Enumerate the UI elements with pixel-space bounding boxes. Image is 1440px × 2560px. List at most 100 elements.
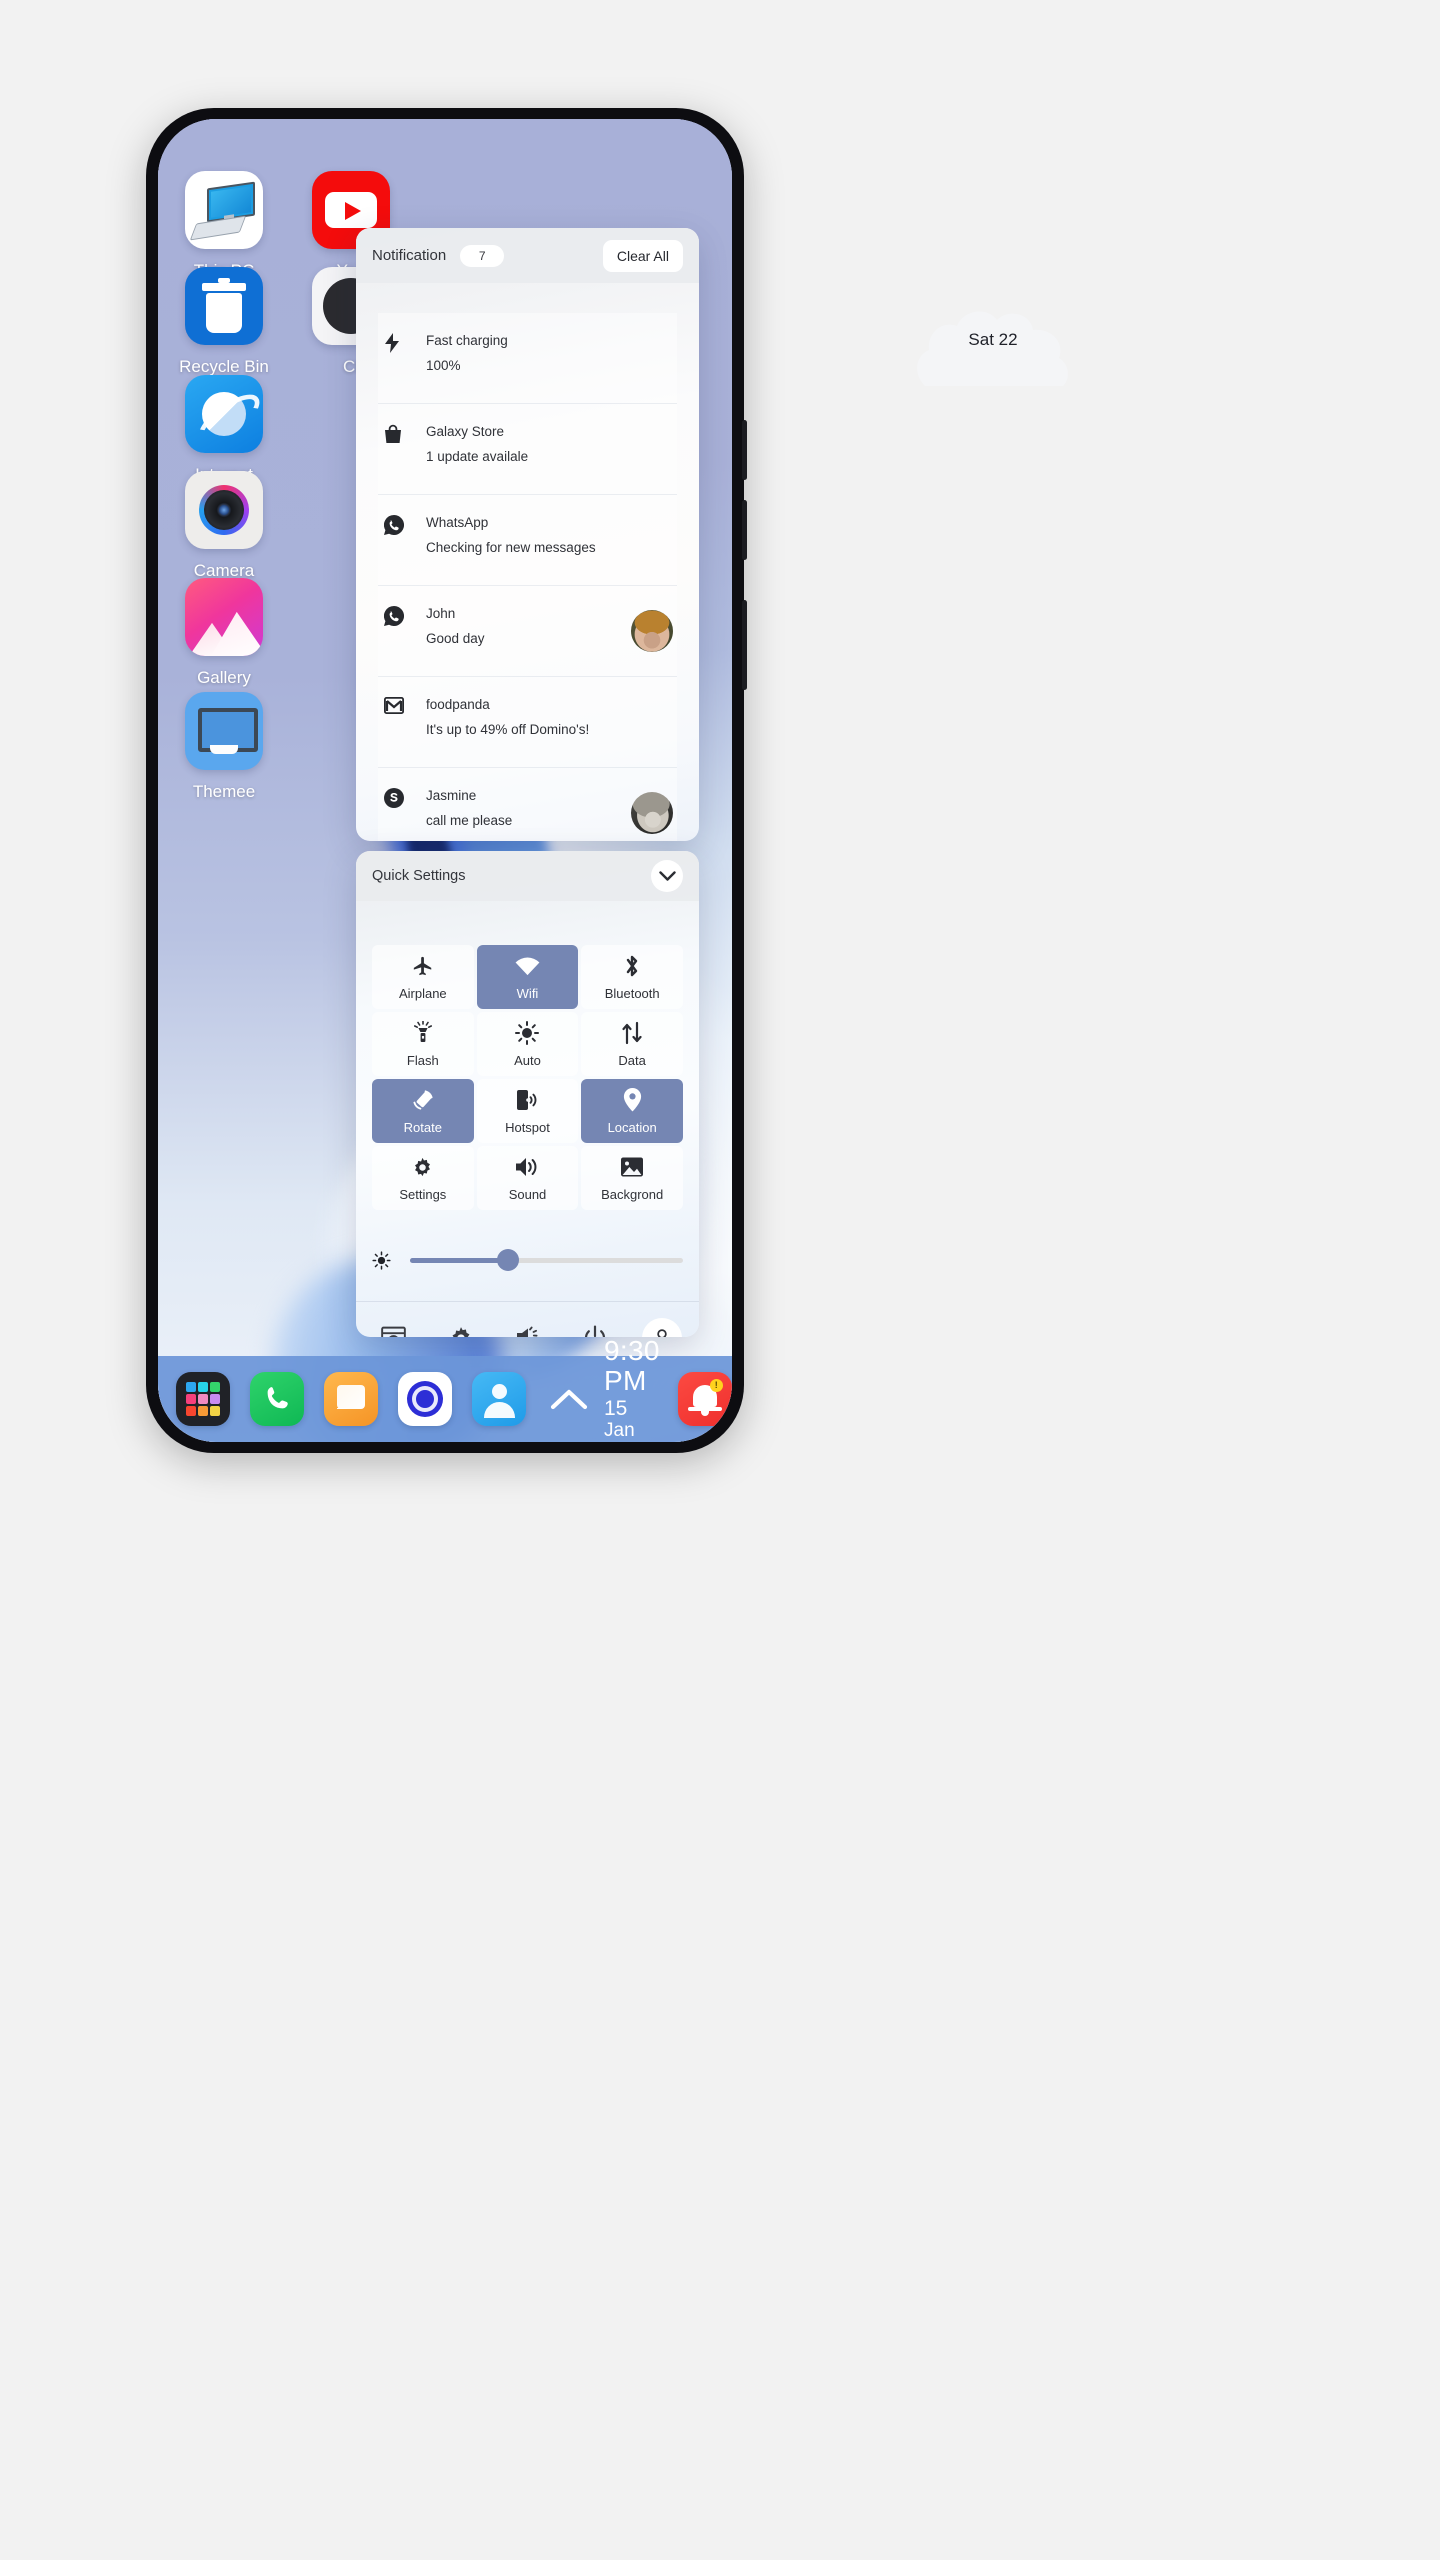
- tile-label: Wifi: [516, 986, 539, 1001]
- tile-label: Auto: [514, 1053, 541, 1068]
- tile-label: Rotate: [403, 1120, 442, 1135]
- bell-icon[interactable]: !: [677, 1372, 732, 1426]
- notification-item[interactable]: John Good day: [378, 585, 677, 676]
- quick-settings-tiles[interactable]: Airplane Wifi Bluetooth Flash Auto Data …: [356, 945, 699, 1210]
- tile-sound[interactable]: Sound: [476, 1146, 579, 1210]
- notification-item[interactable]: foodpanda It's up to 49% off Domino's!: [378, 676, 677, 767]
- brightness-fill: [410, 1257, 509, 1263]
- notification-item[interactable]: Galaxy Store 1 update availale: [378, 403, 677, 494]
- clock-time: 9:30 PM: [604, 1334, 660, 1397]
- gmail-icon: [383, 695, 410, 719]
- notification-panel: Notification 7 Clear All Fast charging 1…: [356, 228, 699, 841]
- tile-flash[interactable]: Flash: [372, 1012, 474, 1076]
- taskbar: 9:30 PM 15 Jan 2020 !: [158, 1335, 732, 1442]
- quick-settings-title: Quick Settings: [372, 868, 466, 884]
- skype-icon: [384, 786, 410, 813]
- gallery-icon: [185, 578, 263, 656]
- power-side-button[interactable]: [742, 600, 747, 690]
- notification-item[interactable]: WhatsApp Checking for new messages: [378, 494, 677, 585]
- quick-settings-header: Quick Settings: [356, 851, 699, 901]
- clock-date-year: 2020: [604, 1441, 646, 1442]
- clock-date-month: Jan: [604, 1420, 635, 1442]
- tile-bluetooth[interactable]: Bluetooth: [581, 945, 683, 1009]
- hotspot-icon: [516, 1087, 538, 1113]
- notification-count-badge: 7: [460, 244, 505, 267]
- tile-label: Hotspot: [505, 1120, 550, 1135]
- flashlight-icon: [413, 1020, 433, 1046]
- clock-date: 15 Jan 2020: [604, 1398, 660, 1442]
- cloud-date-label: Sat 22: [968, 330, 1018, 349]
- tile-wifi[interactable]: Wifi: [476, 945, 579, 1009]
- chevron-up-icon[interactable]: [550, 1388, 588, 1410]
- app-drawer-icon[interactable]: [176, 1372, 230, 1426]
- volume-down-button[interactable]: [742, 500, 747, 560]
- whatsapp-icon: [384, 513, 410, 540]
- notification-item[interactable]: Jasmine call me please: [378, 767, 677, 841]
- app-gallery[interactable]: Gallery: [169, 578, 279, 688]
- quick-settings-actions[interactable]: [356, 1301, 699, 1337]
- notification-title-text: WhatsApp: [426, 515, 489, 530]
- image-icon: [620, 1154, 644, 1180]
- clear-all-button[interactable]: Clear All: [602, 239, 683, 272]
- data-transfer-icon: [621, 1020, 643, 1046]
- app-internet[interactable]: Internet: [169, 375, 279, 485]
- blue-circle-app-icon[interactable]: [398, 1372, 452, 1426]
- tile-label: Sound: [508, 1187, 547, 1202]
- tile-rotate[interactable]: Rotate: [372, 1079, 474, 1143]
- window-layout-icon[interactable]: [374, 1318, 414, 1337]
- tile-label: Settings: [399, 1187, 447, 1202]
- screen-rotate-icon: [411, 1087, 435, 1113]
- app-label: Gallery: [197, 668, 251, 687]
- notification-title-text: Galaxy Store: [426, 424, 505, 439]
- contacts-icon[interactable]: [472, 1372, 526, 1426]
- app-label: Themee: [192, 782, 256, 801]
- brightness-row[interactable]: [356, 1237, 699, 1283]
- this-pc-icon: [185, 171, 263, 249]
- mute-announce-icon[interactable]: [508, 1318, 548, 1337]
- themes-icon: [185, 692, 263, 770]
- notification-body-text: Checking for new messages: [426, 539, 596, 555]
- avatar: [631, 792, 673, 834]
- bell-badge: !: [709, 1379, 723, 1392]
- messages-icon[interactable]: [324, 1372, 378, 1426]
- volume-up-button[interactable]: [742, 420, 747, 480]
- internet-icon: [185, 375, 263, 453]
- tile-data[interactable]: Data: [581, 1012, 683, 1076]
- bolt-icon: [384, 331, 410, 358]
- cloud-date-widget[interactable]: Sat 22: [913, 300, 1073, 386]
- notification-item[interactable]: Fast charging 100%: [378, 313, 677, 403]
- app-camera[interactable]: Camera: [169, 471, 279, 581]
- notification-title-text: foodpanda: [426, 697, 490, 712]
- clock-date-day: 15: [604, 1397, 628, 1421]
- tile-settings[interactable]: Settings: [372, 1146, 474, 1210]
- shopping-bag-icon: [384, 422, 410, 449]
- tile-label: Backgrond: [601, 1187, 664, 1202]
- notification-list[interactable]: Fast charging 100% Galaxy Store 1 update…: [356, 313, 699, 841]
- avatar: [631, 610, 673, 652]
- notification-body-text: It's up to 49% off Domino's!: [426, 721, 590, 737]
- notification-panel-header: Notification 7 Clear All: [356, 228, 699, 283]
- brightness-thumb[interactable]: [497, 1249, 520, 1271]
- location-pin-icon: [623, 1087, 642, 1113]
- tile-background[interactable]: Backgrond: [581, 1146, 683, 1210]
- tile-hotspot[interactable]: Hotspot: [476, 1079, 579, 1143]
- phone-icon[interactable]: [250, 1372, 304, 1426]
- brightness-auto-icon: [515, 1020, 540, 1046]
- chevron-down-icon[interactable]: [651, 860, 683, 892]
- app-themes[interactable]: Themee: [169, 692, 279, 802]
- tile-auto-brightness[interactable]: Auto: [476, 1012, 579, 1076]
- app-label: Recycle Bin: [179, 357, 269, 376]
- tile-location[interactable]: Location: [581, 1079, 683, 1143]
- bluetooth-icon: [623, 953, 641, 979]
- app-recycle-bin[interactable]: Recycle Bin: [169, 267, 279, 377]
- tile-airplane[interactable]: Airplane: [372, 945, 474, 1009]
- tile-label: Data: [618, 1053, 646, 1068]
- speaker-icon: [515, 1154, 539, 1180]
- gear-icon[interactable]: [441, 1318, 481, 1337]
- notification-title-text: Fast charging: [426, 333, 508, 348]
- airplane-icon: [412, 953, 434, 979]
- taskbar-clock[interactable]: 9:30 PM 15 Jan 2020: [604, 1334, 660, 1442]
- notification-title: Notification: [372, 247, 447, 264]
- app-this-pc[interactable]: Thic PC: [169, 171, 279, 281]
- brightness-slider[interactable]: [410, 1249, 683, 1271]
